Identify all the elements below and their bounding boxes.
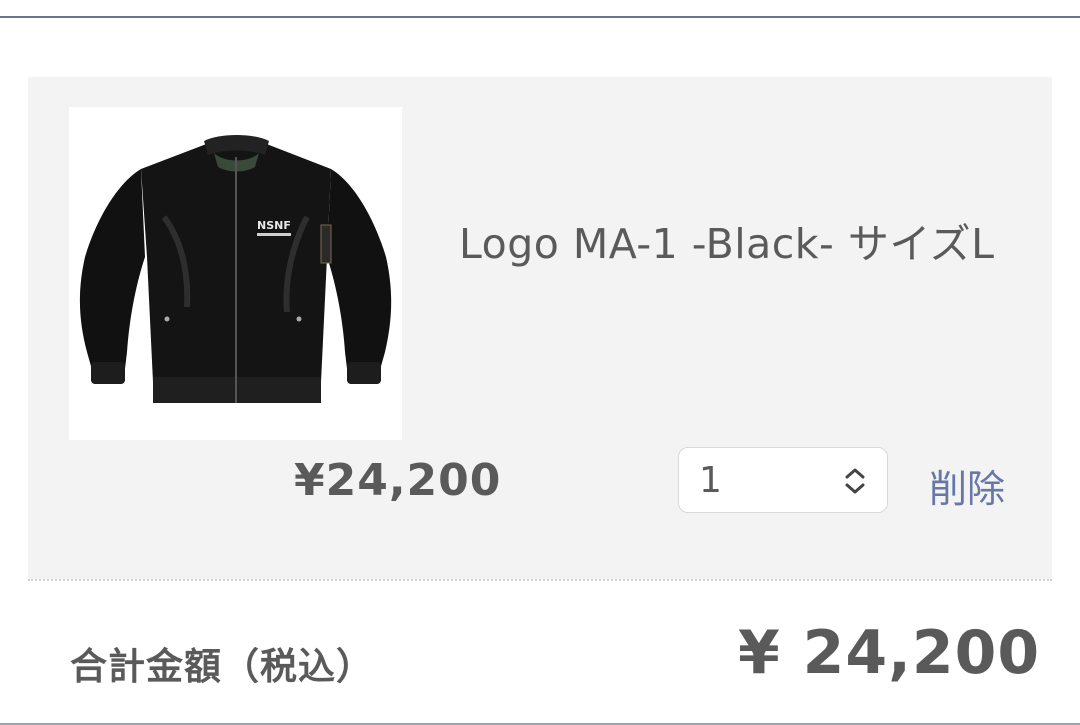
quantity-select[interactable]: 1 [678,447,888,513]
total-value: ¥ 24,200 [738,618,1041,688]
product-name: Logo MA-1 -Black- サイズL [459,220,995,268]
chevron-up-down-icon [845,468,865,494]
item-divider [28,579,1052,581]
delete-button[interactable]: 削除 [929,458,1005,513]
top-divider [0,16,1080,18]
jacket-icon: NSNF [79,135,392,403]
product-image[interactable]: NSNF [69,107,402,440]
quantity-value: 1 [699,460,722,501]
svg-text:NSNF: NSNF [257,219,291,232]
product-price: ¥24,200 [294,455,502,506]
total-label: 合計金額（税込） [70,645,374,688]
cart-item: NSNF Logo MA-1 -Black- サイズL ¥24,200 1 削除 [28,77,1052,579]
